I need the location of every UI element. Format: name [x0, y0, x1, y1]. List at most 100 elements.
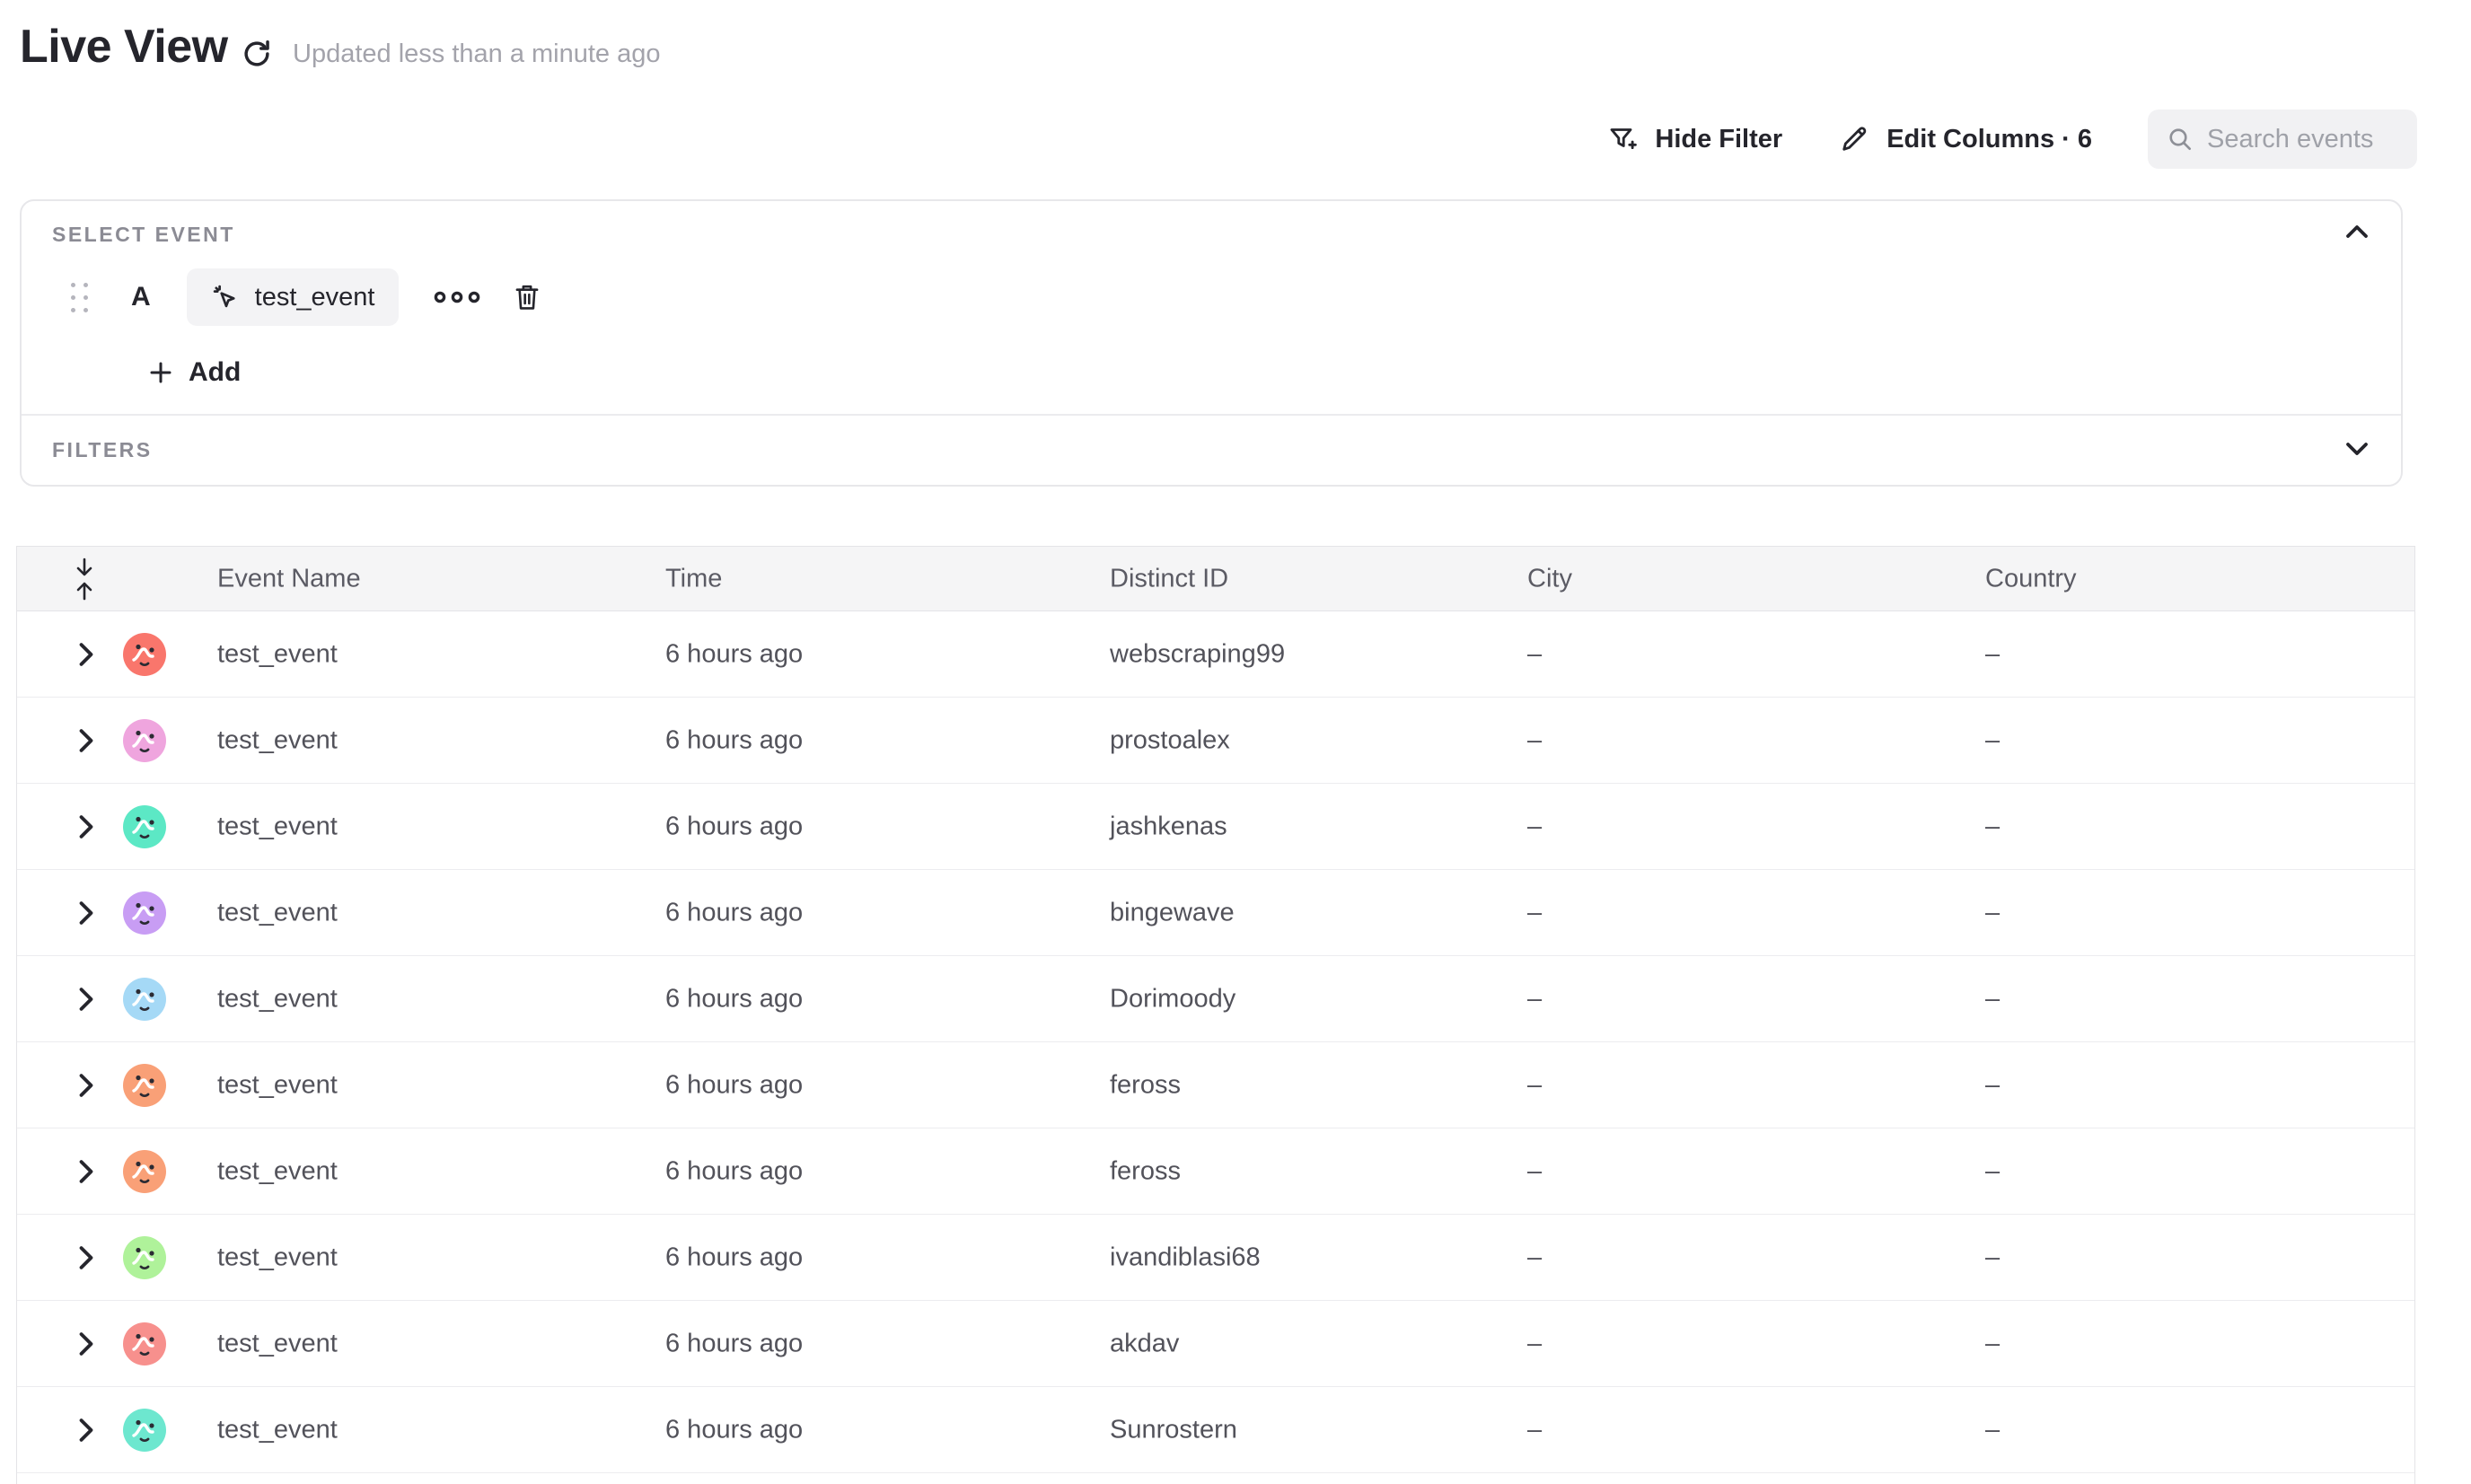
trash-icon: [512, 281, 542, 313]
expand-row-button[interactable]: [76, 641, 96, 668]
distinct-id-link[interactable]: jashkenas: [1110, 812, 1227, 841]
more-options-button[interactable]: [424, 279, 490, 315]
column-header-country[interactable]: Country: [1985, 564, 2077, 593]
user-avatar: [123, 1236, 166, 1279]
expand-row-button[interactable]: [76, 1330, 96, 1357]
user-avatar: [123, 978, 166, 1021]
time-cell: 6 hours ago: [665, 984, 803, 1014]
page-title: Live View: [20, 20, 228, 74]
table-body: test_event 6 hours ago webscraping99 – –…: [17, 611, 2414, 1473]
table-header: Event Name Time Distinct ID City Country: [17, 547, 2414, 611]
table-row[interactable]: test_event 6 hours ago bingewave – –: [17, 870, 2414, 956]
hide-filter-button[interactable]: Hide Filter: [1606, 123, 1782, 155]
expand-row-button[interactable]: [76, 1072, 96, 1099]
event-name-cell: test_event: [217, 898, 338, 927]
expand-row-button[interactable]: [76, 727, 96, 754]
user-avatar: [123, 1322, 166, 1365]
pencil-icon: [1838, 123, 1870, 155]
city-cell: –: [1527, 898, 1542, 927]
add-event-button[interactable]: Add: [147, 350, 241, 395]
event-name-cell: test_event: [217, 725, 338, 755]
distinct-id-link[interactable]: ivandiblasi68: [1110, 1243, 1261, 1272]
user-avatar: [123, 805, 166, 848]
event-selector-chip[interactable]: test_event: [187, 268, 399, 326]
chevron-right-icon: [76, 641, 96, 668]
distinct-id-link[interactable]: prostoalex: [1110, 725, 1230, 755]
expand-row-button[interactable]: [76, 1158, 96, 1185]
collapse-rows-button[interactable]: [73, 558, 96, 601]
series-letter: A: [131, 282, 151, 312]
expand-row-button[interactable]: [76, 1244, 96, 1271]
distinct-id-link[interactable]: akdav: [1110, 1329, 1179, 1358]
city-cell: –: [1527, 1070, 1542, 1100]
drag-handle-icon[interactable]: [71, 283, 88, 312]
chevron-right-icon: [76, 727, 96, 754]
column-header-event-name[interactable]: Event Name: [217, 564, 361, 593]
time-cell: 6 hours ago: [665, 1243, 803, 1272]
distinct-id-link[interactable]: Dorimoody: [1110, 984, 1236, 1014]
expand-row-button[interactable]: [76, 813, 96, 840]
country-cell: –: [1985, 812, 2000, 841]
country-cell: –: [1985, 1156, 2000, 1186]
distinct-id-link[interactable]: bingewave: [1110, 898, 1235, 927]
table-row[interactable]: test_event 6 hours ago akdav – –: [17, 1301, 2414, 1387]
chevron-right-icon: [76, 1158, 96, 1185]
distinct-id-link[interactable]: feross: [1110, 1156, 1181, 1186]
chevron-down-icon: [2343, 440, 2370, 458]
filters-label: FILTERS: [52, 438, 153, 462]
event-name-cell: test_event: [217, 812, 338, 841]
chevron-right-icon: [76, 900, 96, 926]
search-events-input[interactable]: [2207, 125, 2405, 154]
country-cell: –: [1985, 1070, 2000, 1100]
table-row[interactable]: test_event 6 hours ago Sunrostern – –: [17, 1387, 2414, 1473]
expand-row-button[interactable]: [76, 900, 96, 926]
table-row[interactable]: test_event 6 hours ago webscraping99 – –: [17, 611, 2414, 698]
expand-row-button[interactable]: [76, 1417, 96, 1444]
user-avatar: [123, 1064, 166, 1107]
city-cell: –: [1527, 984, 1542, 1014]
column-header-distinct-id[interactable]: Distinct ID: [1110, 564, 1228, 593]
city-cell: –: [1527, 1156, 1542, 1186]
city-cell: –: [1527, 1243, 1542, 1272]
event-builder-row: A test_event: [22, 266, 2401, 329]
expand-row-button[interactable]: [76, 986, 96, 1013]
city-cell: –: [1527, 1329, 1542, 1358]
country-cell: –: [1985, 1243, 2000, 1272]
table-row[interactable]: test_event 6 hours ago ivandiblasi68 – –: [17, 1215, 2414, 1301]
country-cell: –: [1985, 898, 2000, 927]
table-row[interactable]: test_event 6 hours ago jashkenas – –: [17, 784, 2414, 870]
table-row[interactable]: test_event 6 hours ago feross – –: [17, 1128, 2414, 1215]
table-row[interactable]: test_event 6 hours ago feross – –: [17, 1042, 2414, 1128]
event-name-cell: test_event: [217, 639, 338, 669]
cursor-click-icon: [210, 282, 241, 312]
chevron-right-icon: [76, 986, 96, 1013]
time-cell: 6 hours ago: [665, 1156, 803, 1186]
table-row[interactable]: test_event 6 hours ago prostoalex – –: [17, 698, 2414, 784]
query-builder-card: SELECT EVENT A test_event: [20, 199, 2403, 487]
expand-filters-button[interactable]: [2343, 440, 2370, 458]
delete-event-button[interactable]: [512, 281, 542, 313]
search-events-box[interactable]: [2148, 110, 2417, 169]
time-cell: 6 hours ago: [665, 1070, 803, 1100]
collapse-rows-icon: [73, 558, 96, 601]
column-header-city[interactable]: City: [1527, 564, 1572, 593]
plus-icon: [147, 359, 174, 386]
country-cell: –: [1985, 984, 2000, 1014]
edit-columns-button[interactable]: Edit Columns · 6: [1838, 123, 2092, 155]
column-header-time[interactable]: Time: [665, 564, 722, 593]
refresh-icon: [240, 37, 274, 71]
updated-status: Updated less than a minute ago: [293, 40, 661, 69]
edit-columns-label: Edit Columns · 6: [1886, 125, 2092, 154]
distinct-id-link[interactable]: feross: [1110, 1070, 1181, 1100]
collapse-section-button[interactable]: [2343, 223, 2370, 241]
more-options-icon: [433, 288, 481, 306]
chevron-right-icon: [76, 1330, 96, 1357]
country-cell: –: [1985, 725, 2000, 755]
refresh-button[interactable]: [237, 34, 277, 74]
user-avatar: [123, 891, 166, 935]
distinct-id-link[interactable]: webscraping99: [1110, 639, 1285, 669]
toolbar: Hide Filter Edit Columns · 6: [1606, 110, 2417, 169]
event-name-cell: test_event: [217, 1415, 338, 1444]
table-row[interactable]: test_event 6 hours ago Dorimoody – –: [17, 956, 2414, 1042]
distinct-id-link[interactable]: Sunrostern: [1110, 1415, 1237, 1444]
